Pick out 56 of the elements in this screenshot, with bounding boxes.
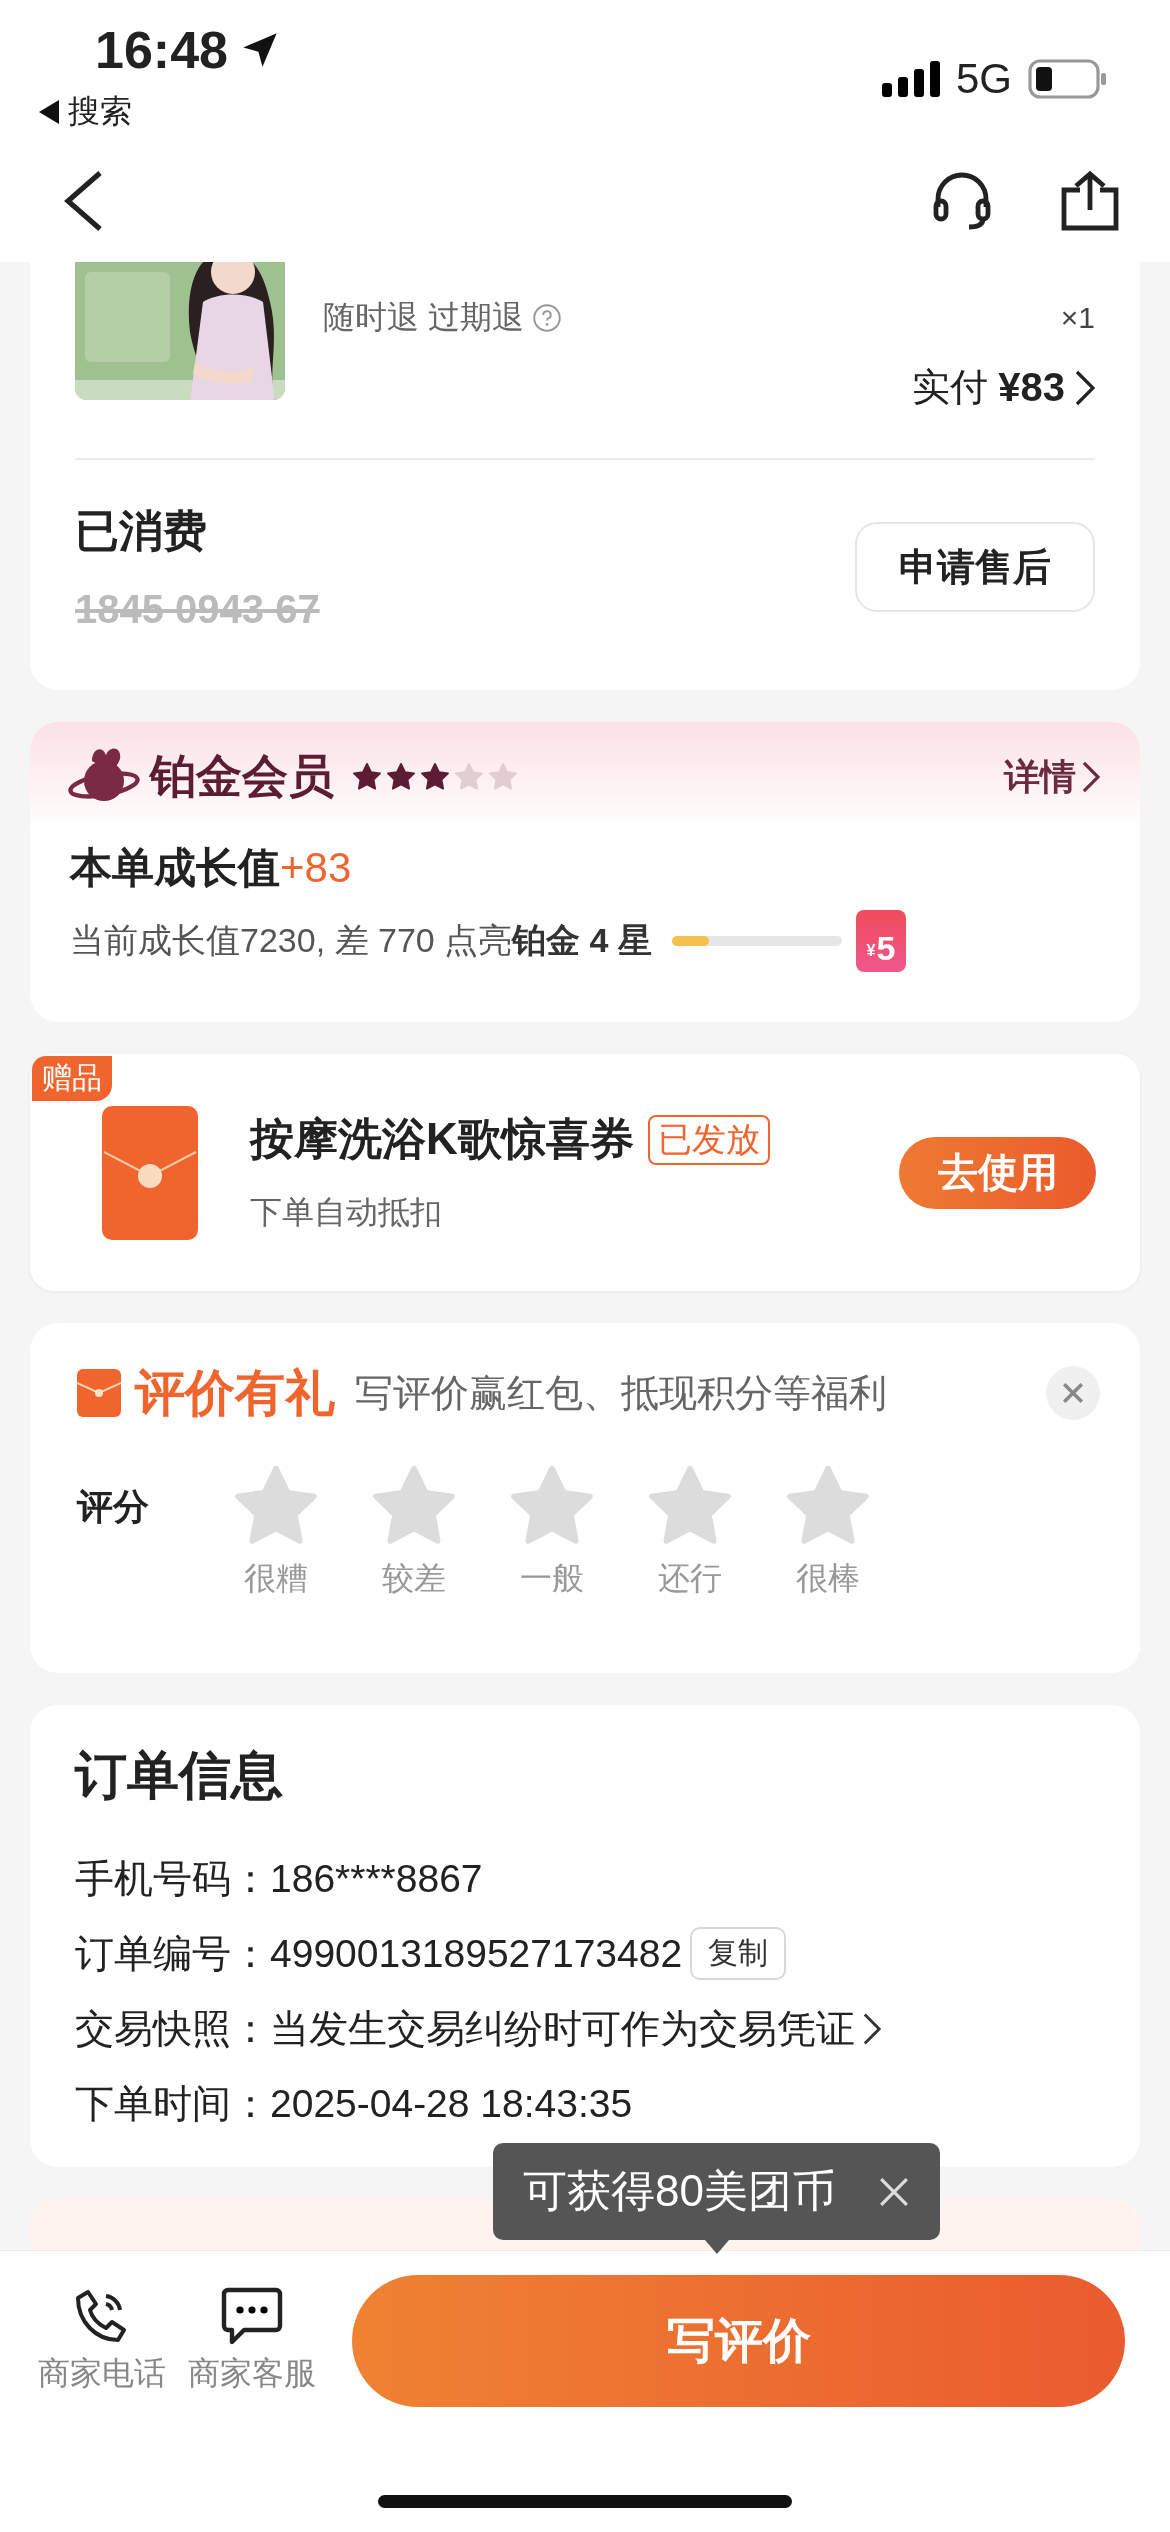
rating-label: 很糟 — [243, 1559, 309, 1598]
paid-label: 实付 — [912, 365, 989, 410]
rating-label: 评分 — [77, 1484, 150, 1529]
rating-label: 还行 — [657, 1559, 723, 1598]
voucher-code: 1845 0943 67 — [75, 587, 320, 632]
chat-icon — [220, 2286, 284, 2346]
paid-amount: ¥83 — [998, 365, 1065, 410]
tooltip-pointer-icon — [704, 2240, 729, 2254]
chevron-right-icon[interactable] — [1082, 761, 1100, 793]
tooltip: 可获得80美团币 — [493, 2143, 940, 2240]
refund-tags: 随时退 过期退 — [323, 296, 524, 340]
growth-value-text: 本单成长值+83 — [70, 843, 353, 893]
order-info-text: 下单时间：2025-04-28 18:43:35 — [75, 2080, 633, 2127]
coupon-title: 按摩洗浴K歌惊喜券 — [250, 1113, 634, 1165]
quantity: ×1 — [1060, 301, 1095, 335]
rating-label: 较差 — [381, 1559, 447, 1598]
issued-badge: 已发放 — [647, 1114, 770, 1165]
chevron-right-icon[interactable] — [863, 2011, 881, 2046]
share-icon[interactable] — [1060, 170, 1120, 232]
envelope-icon — [100, 1103, 200, 1242]
membership-title: 铂金会员 — [150, 749, 334, 804]
battery-icon — [1028, 59, 1108, 99]
envelope-icon — [77, 1369, 121, 1417]
review-reward-subtitle: 写评价赢红包、抵现积分等福利 — [355, 1370, 888, 1416]
back-triangle-icon[interactable] — [38, 100, 60, 124]
review-reward-title: 评价有礼 — [135, 1363, 335, 1423]
after-sale-button[interactable]: 申请售后 — [855, 522, 1095, 612]
order-status: 已消费 — [75, 505, 208, 557]
chevron-right-icon[interactable] — [1075, 369, 1095, 406]
star-icon — [454, 762, 484, 792]
section-title: 订单信息 — [75, 1745, 284, 1806]
merchant-action[interactable]: 商家电话 — [38, 2286, 166, 2396]
star-icon — [488, 762, 518, 792]
clock-time: 16:48 — [95, 20, 228, 80]
merchant-action[interactable]: 商家客服 — [188, 2286, 316, 2396]
coupon-note: 下单自动抵扣 — [250, 1193, 443, 1232]
signal-icon — [881, 61, 940, 97]
order-info-text: 手机号码：186****8867 — [75, 1855, 483, 1902]
star-icon — [352, 762, 382, 792]
star-icon — [386, 762, 416, 792]
location-arrow-icon — [240, 30, 280, 70]
close-icon[interactable] — [878, 2175, 910, 2208]
progress-text: 当前成长值7230, 差 770 点亮铂金 4 星 — [70, 920, 652, 961]
network-label: 5G — [955, 55, 1012, 103]
copy-button[interactable]: 复制 — [690, 1927, 787, 1980]
order-info-text: 订单编号：4990013189527173482 — [75, 1930, 683, 1977]
order-info-text[interactable]: 交易快照：当发生交易纠纷时可作为交易凭证 — [75, 2001, 855, 2056]
rating-label: 一般 — [519, 1559, 585, 1598]
star-icon — [420, 762, 450, 792]
details-link[interactable]: 详情 — [1004, 752, 1100, 802]
help-icon[interactable] — [531, 303, 562, 333]
close-icon — [1062, 1382, 1084, 1404]
rating-label: 很棒 — [795, 1559, 861, 1598]
envelope-reward: ¥5 — [855, 910, 906, 972]
gift-tag: 赠品 — [32, 1056, 112, 1101]
back-app-label[interactable]: 搜索 — [68, 90, 132, 134]
